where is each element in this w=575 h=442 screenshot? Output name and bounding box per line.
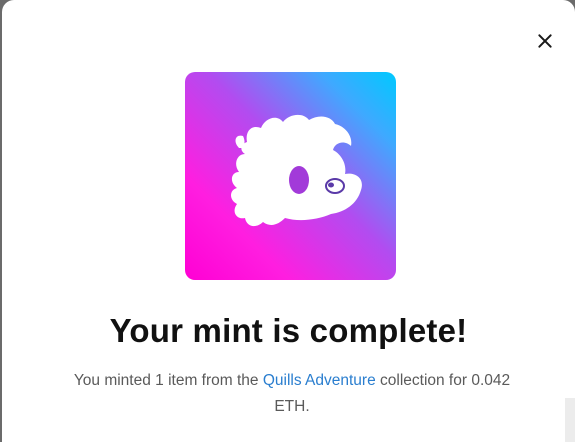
- mint-summary-prefix: You minted 1 item from the: [73, 372, 263, 389]
- page-title: Your mint is complete!: [109, 312, 468, 349]
- close-icon[interactable]: [534, 30, 556, 52]
- mint-complete-modal: Your mint is complete! You minted 1 item…: [2, 0, 575, 442]
- collection-link[interactable]: Quills Adventure: [263, 372, 376, 389]
- scrollbar[interactable]: [565, 398, 575, 442]
- mint-summary-text: You minted 1 item from the Quills Advent…: [62, 368, 522, 420]
- nft-image: [185, 72, 396, 280]
- quill-creature-logo-icon: [231, 114, 362, 227]
